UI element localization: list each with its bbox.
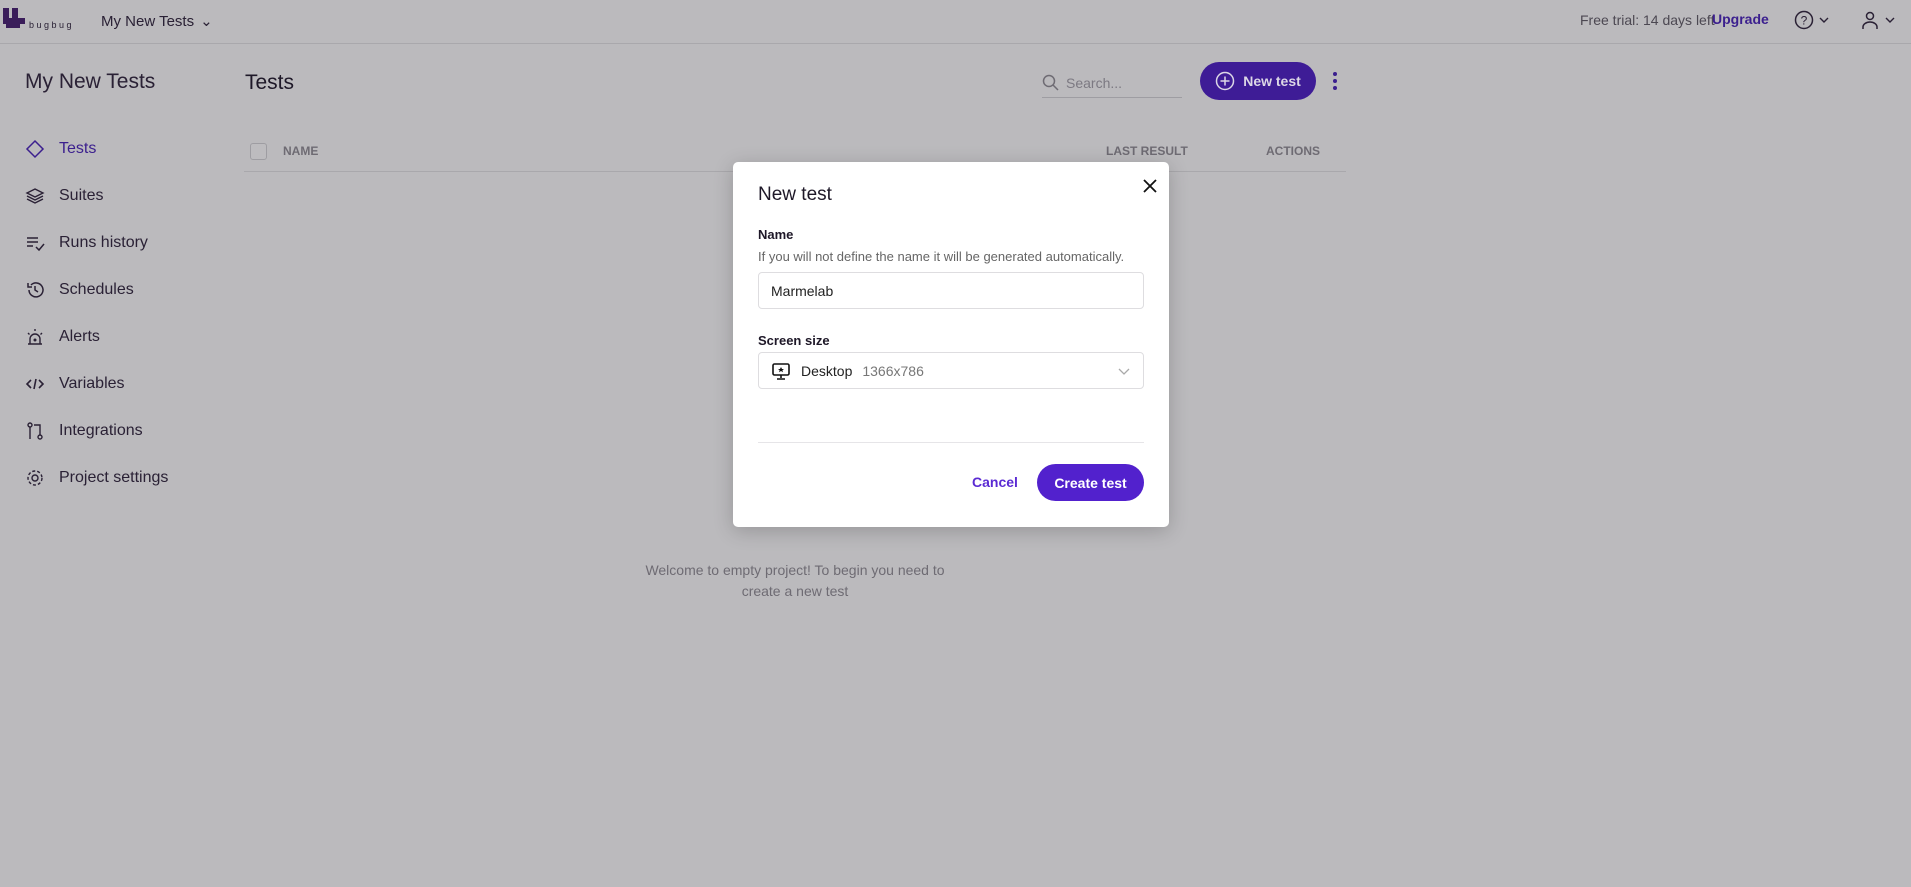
sidebar-item-runs-history[interactable]: Runs history — [25, 233, 148, 253]
project-dropdown[interactable]: My New Tests ⌄ — [101, 12, 213, 31]
sidebar-item-alerts[interactable]: Alerts — [25, 327, 100, 347]
sidebar-item-integrations[interactable]: Integrations — [25, 421, 143, 441]
help-icon: ? — [1794, 10, 1814, 30]
screen-size-label: Screen size — [758, 333, 830, 348]
page-title: Tests — [245, 71, 295, 94]
column-header-actions: ACTIONS — [1266, 144, 1320, 158]
sidebar-item-schedules[interactable]: Schedules — [25, 280, 134, 300]
plus-circle-icon — [1215, 71, 1235, 91]
device-resolution: 1366x786 — [862, 362, 924, 379]
search-icon — [1042, 74, 1059, 91]
cancel-button[interactable]: Cancel — [972, 474, 1018, 490]
chevron-down-icon — [1819, 17, 1829, 23]
sidebar-item-label: Project settings — [59, 469, 169, 486]
dialog-divider — [758, 442, 1144, 443]
sidebar-item-tests[interactable]: Tests — [25, 139, 96, 159]
search-input[interactable]: Search... — [1042, 68, 1182, 98]
code-icon — [25, 378, 45, 390]
sidebar-item-label: Runs history — [59, 234, 148, 251]
chevron-down-icon — [1885, 17, 1895, 23]
new-test-button[interactable]: New test — [1200, 62, 1316, 100]
sidebar-item-suites[interactable]: Suites — [25, 186, 103, 206]
select-all-checkbox[interactable] — [250, 143, 267, 160]
svg-text:bugbug: bugbug — [29, 20, 74, 30]
help-menu[interactable]: ? — [1794, 10, 1830, 30]
bugbug-logo[interactable]: bugbug — [3, 8, 75, 32]
list-check-icon — [27, 237, 45, 252]
gear-icon — [27, 470, 43, 486]
create-test-button[interactable]: Create test — [1037, 464, 1144, 501]
sidebar-item-label: Variables — [59, 375, 125, 392]
screen-size-select[interactable]: Desktop 1366x786 — [758, 352, 1144, 389]
user-menu[interactable] — [1860, 10, 1896, 30]
name-input[interactable] — [758, 272, 1144, 309]
sidebar-item-label: Integrations — [59, 422, 143, 439]
column-header-name[interactable]: NAME — [283, 144, 318, 158]
sidebar-item-label: Alerts — [59, 328, 100, 345]
sidebar-item-variables[interactable]: Variables — [25, 374, 125, 394]
svg-text:?: ? — [1801, 14, 1808, 28]
new-test-dialog: New test Name If you will not define the… — [733, 162, 1169, 527]
dialog-title: New test — [758, 184, 832, 205]
siren-icon — [27, 329, 43, 345]
layers-icon — [25, 188, 45, 204]
top-bar: bugbug My New Tests ⌄ Free trial: 14 days… — [0, 0, 1911, 44]
search-placeholder: Search... — [1066, 74, 1123, 91]
name-label: Name — [758, 227, 794, 242]
chevron-down-icon — [1118, 368, 1130, 375]
column-header-last-result: LAST RESULT — [1106, 144, 1188, 158]
new-test-label: New test — [1243, 73, 1301, 89]
sidebar-item-label: Schedules — [59, 281, 134, 298]
upgrade-link[interactable]: Upgrade — [1712, 11, 1769, 27]
chevron-down-icon: ⌄ — [200, 13, 213, 30]
sidebar-title: My New Tests — [25, 70, 156, 93]
close-icon[interactable] — [1138, 174, 1162, 198]
more-options-icon[interactable] — [1330, 70, 1340, 92]
diamond-icon — [25, 139, 45, 159]
sidebar-item-label: Tests — [59, 140, 97, 157]
git-icon — [27, 422, 43, 440]
name-help-text: If you will not define the name it will … — [758, 249, 1125, 264]
device-name: Desktop — [801, 362, 853, 379]
desktop-icon — [772, 362, 790, 380]
empty-state-message: Welcome to empty project! To begin you n… — [645, 562, 945, 599]
trial-status: Free trial: 14 days left — [1580, 12, 1715, 28]
sidebar-item-label: Suites — [59, 187, 104, 204]
project-name: My New Tests — [101, 12, 195, 30]
user-icon — [1862, 11, 1878, 29]
history-icon — [27, 282, 44, 298]
sidebar-item-project-settings[interactable]: Project settings — [25, 468, 168, 488]
